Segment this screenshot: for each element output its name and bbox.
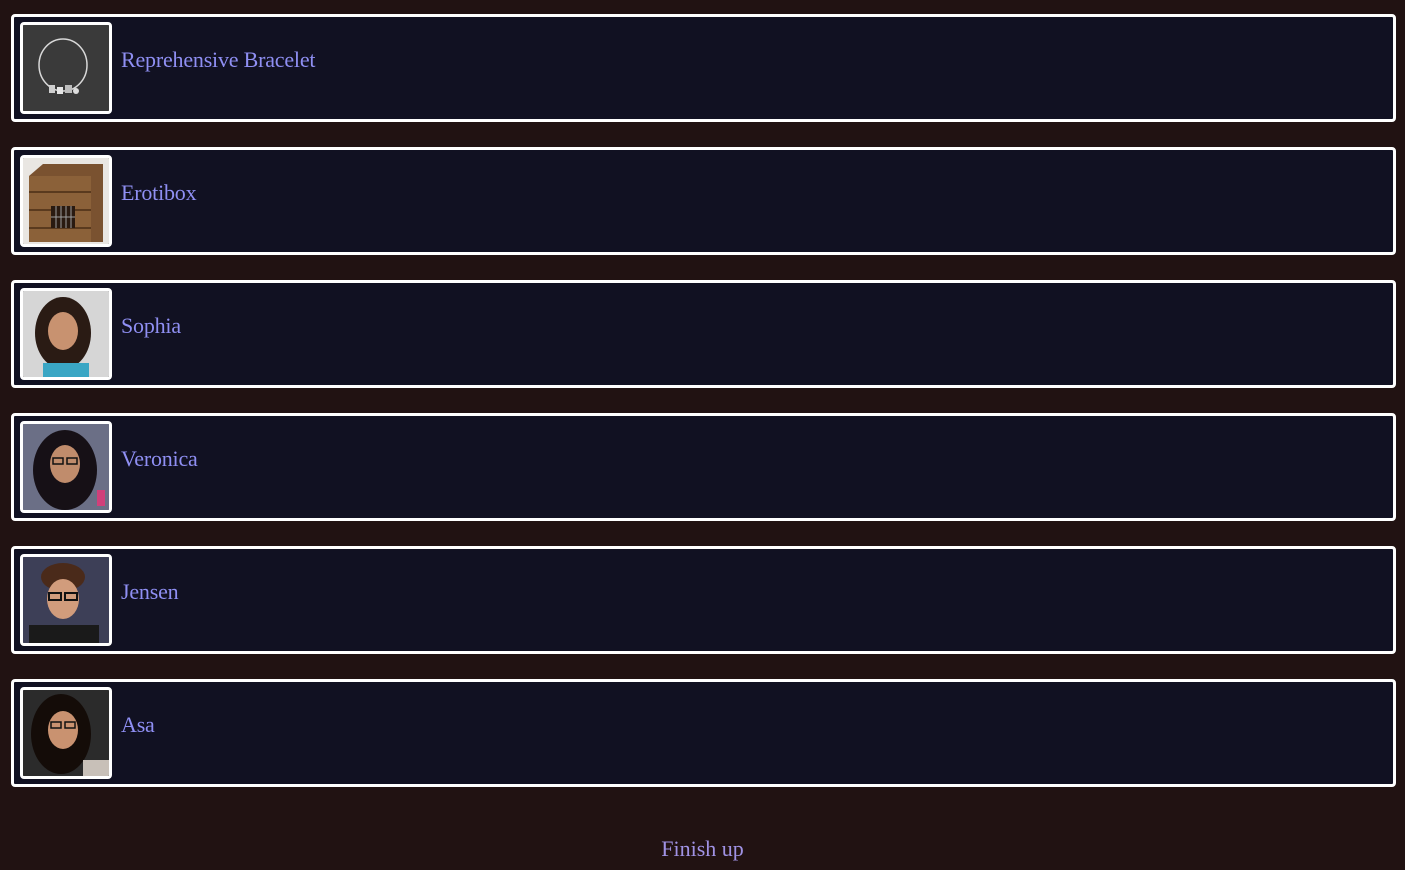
list-item-reprehensive-bracelet[interactable]: Reprehensive Bracelet: [11, 14, 1396, 122]
list-item-asa[interactable]: Asa: [11, 679, 1396, 787]
item-label: Asa: [121, 712, 155, 737]
finish-up-button[interactable]: Finish up: [0, 836, 1405, 862]
selection-list: Reprehensive Bracelet Erotibox Sophia Ve…: [11, 14, 1396, 812]
item-label: Veronica: [121, 446, 198, 471]
list-item-jensen[interactable]: Jensen: [11, 546, 1396, 654]
wooden-box-thumbnail: [20, 155, 112, 247]
portrait-thumbnail: [20, 687, 112, 779]
item-label: Erotibox: [121, 180, 197, 205]
portrait-thumbnail: [20, 554, 112, 646]
item-label: Reprehensive Bracelet: [121, 47, 316, 72]
list-item-veronica[interactable]: Veronica: [11, 413, 1396, 521]
portrait-thumbnail: [20, 288, 112, 380]
item-label: Sophia: [121, 313, 181, 338]
portrait-thumbnail: [20, 421, 112, 513]
item-label: Jensen: [121, 579, 179, 604]
list-item-erotibox[interactable]: Erotibox: [11, 147, 1396, 255]
list-item-sophia[interactable]: Sophia: [11, 280, 1396, 388]
bracelet-thumbnail: [20, 22, 112, 114]
